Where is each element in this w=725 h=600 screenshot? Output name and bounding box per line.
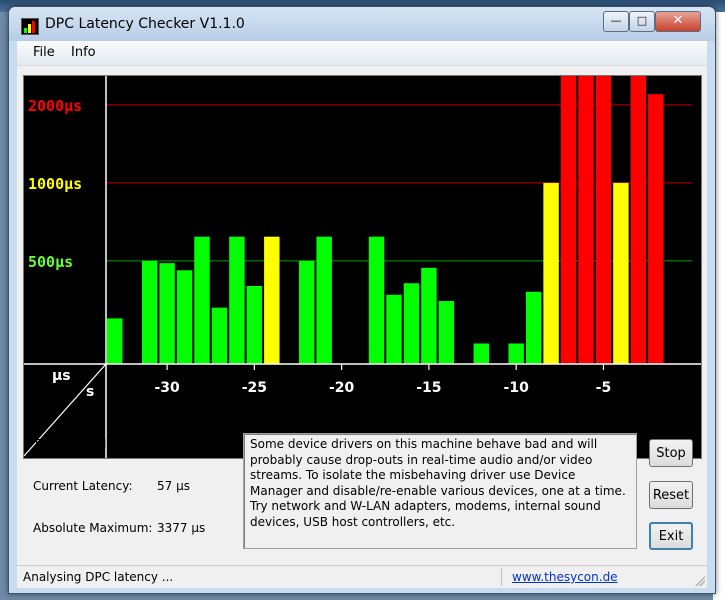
bar <box>525 291 542 364</box>
bar <box>107 318 123 364</box>
window-title: DPC Latency Checker V1.1.0 <box>45 16 245 32</box>
latency-chart: 16000µs8000µs4000µs2000µs1000µs500µsµss-… <box>23 75 702 459</box>
x-tick-label: -25 <box>242 380 267 396</box>
y-unit-label: µs <box>52 368 71 384</box>
bar <box>176 270 193 364</box>
status-text: Analysing DPC latency ... <box>23 570 174 584</box>
x-unit-label: s <box>86 384 94 400</box>
bar <box>141 260 158 364</box>
minimize-icon: — <box>610 14 622 27</box>
stop-button[interactable]: Stop <box>649 439 693 467</box>
latency-chart-svg: 16000µs8000µs4000µs2000µs1000µs500µsµss-… <box>24 76 701 458</box>
bar <box>264 236 280 364</box>
bar <box>578 76 594 365</box>
bar <box>229 236 245 364</box>
bar <box>438 301 455 364</box>
title-bar[interactable]: DPC Latency Checker V1.1.0 — □ ✕ <box>9 7 715 41</box>
menu-bar: File Info <box>17 41 707 66</box>
exit-button[interactable]: Exit <box>649 522 693 550</box>
bar <box>194 236 210 364</box>
y-tick-label: 1000µs <box>28 175 82 193</box>
app-icon <box>21 18 39 35</box>
close-icon: ✕ <box>672 13 684 28</box>
maximize-icon: □ <box>636 14 648 27</box>
bar <box>648 94 664 364</box>
bar <box>560 76 577 365</box>
bar <box>246 286 263 364</box>
bar <box>421 267 437 364</box>
x-tick-label: -20 <box>329 380 355 396</box>
test-interval-label: Test Interval: <box>33 437 111 451</box>
diagnostic-message: Some device drivers on this machine beha… <box>243 433 637 549</box>
close-button[interactable]: ✕ <box>655 11 701 32</box>
status-bar: Analysing DPC latency ... www.thesycon.d… <box>17 565 707 588</box>
bar <box>368 236 385 364</box>
bar <box>316 236 332 364</box>
bar <box>211 307 228 364</box>
y-tick-label: 2000µs <box>28 97 82 115</box>
app-window: DPC Latency Checker V1.1.0 — □ ✕ File In… <box>8 6 716 594</box>
current-latency-value: 57 µs <box>157 479 190 493</box>
absolute-maximum-label: Absolute Maximum: <box>33 521 153 535</box>
current-latency-label: Current Latency: <box>33 479 133 493</box>
bar <box>159 263 175 364</box>
menu-info[interactable]: Info <box>71 45 96 60</box>
x-tick-label: -15 <box>416 380 441 396</box>
minimize-button[interactable]: — <box>603 11 629 32</box>
x-tick-label: -30 <box>154 380 180 396</box>
bar <box>630 76 647 365</box>
bar <box>299 260 315 364</box>
x-tick-label: -10 <box>504 380 530 396</box>
maximize-button[interactable]: □ <box>629 11 655 32</box>
x-tick-label: -5 <box>596 380 612 396</box>
absolute-maximum-value: 3377 µs <box>157 521 206 535</box>
menu-file[interactable]: File <box>33 45 55 60</box>
bar <box>473 343 489 364</box>
bar <box>543 182 559 364</box>
bar <box>595 76 612 365</box>
bar <box>403 283 420 364</box>
bar <box>613 182 629 364</box>
test-interval-value: 1000 µs <box>157 437 206 451</box>
reset-button[interactable]: Reset <box>649 481 693 509</box>
status-separator <box>501 568 502 586</box>
resize-grip[interactable] <box>695 576 705 586</box>
client-area: File Info 16000µs8000µs4000µs2000µs1000µ… <box>17 41 707 588</box>
y-tick-label: 500µs <box>28 253 73 271</box>
bar <box>386 294 402 364</box>
website-link[interactable]: www.thesycon.de <box>512 570 618 584</box>
bar <box>508 343 524 364</box>
